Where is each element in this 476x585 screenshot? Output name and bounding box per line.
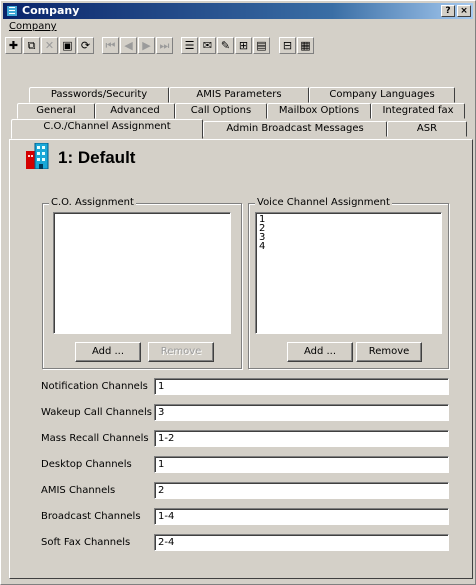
page-title: 1: Default — [58, 148, 136, 167]
voice-channel-assignment-label: Voice Channel Assignment — [255, 197, 392, 208]
co-remove-button[interactable]: Remove — [148, 342, 214, 362]
voice-add-label: Add ... — [303, 346, 337, 357]
last-record-icon[interactable]: ⏭ — [156, 37, 173, 54]
list-item[interactable]: 1 — [256, 215, 441, 225]
tab-integrated-fax[interactable]: Integrated fax — [371, 103, 465, 119]
company-app-icon — [6, 5, 18, 17]
list-item[interactable]: 2 — [256, 224, 441, 234]
edit-icon[interactable]: ✎ — [217, 37, 234, 54]
delete-icon[interactable]: ✕ — [41, 37, 58, 54]
soft-fax-channels-field[interactable]: 2-4 — [154, 534, 449, 551]
help-button[interactable]: ? — [441, 5, 455, 17]
company-window: Company ? × Company ✚ ⧉ ✕ ▣ ⟳ ⏮ ◀ ▶ ⏭ ☰ … — [0, 0, 476, 585]
voice-remove-label: Remove — [368, 346, 410, 357]
co-add-label: Add ... — [91, 346, 125, 357]
broadcast-channels-label: Broadcast Channels — [41, 511, 141, 522]
voice-remove-button[interactable]: Remove — [356, 342, 422, 362]
close-button[interactable]: × — [457, 5, 471, 17]
soft-fax-channels-label: Soft Fax Channels — [41, 537, 131, 548]
window-title: Company — [22, 4, 80, 17]
tab-passwords-security[interactable]: Passwords/Security — [29, 87, 169, 103]
co-remove-label: Remove — [160, 346, 202, 357]
desktop-channels-label: Desktop Channels — [41, 459, 132, 470]
tab-advanced[interactable]: Advanced — [95, 103, 175, 119]
broadcast-channels-field[interactable]: 1-4 — [154, 508, 449, 525]
first-record-icon[interactable]: ⏮ — [102, 37, 119, 54]
tab-general[interactable]: General — [17, 103, 95, 119]
previous-record-icon[interactable]: ◀ — [120, 37, 137, 54]
desktop-channels-field[interactable]: 1 — [154, 456, 449, 473]
tab-company-languages[interactable]: Company Languages — [309, 87, 455, 103]
tab-admin-broadcast-messages[interactable]: Admin Broadcast Messages — [203, 121, 387, 137]
list-item[interactable]: 4 — [256, 242, 441, 252]
wakeup-call-channels-field[interactable]: 3 — [154, 404, 449, 421]
toolbar: ✚ ⧉ ✕ ▣ ⟳ ⏮ ◀ ▶ ⏭ ☰ ✉ ✎ ⊞ ▤ ⊟ ▦ — [3, 35, 473, 57]
co-assignment-group: C.O. Assignment Add ... Remove — [42, 197, 242, 369]
tab-co-channel-assignment[interactable]: C.O./Channel Assignment — [11, 119, 203, 139]
amis-channels-field[interactable]: 2 — [154, 482, 449, 499]
list-icon[interactable]: ☰ — [181, 37, 198, 54]
amis-channels-label: AMIS Channels — [41, 485, 116, 496]
add-icon[interactable]: ✚ — [5, 37, 22, 54]
voice-channel-assignment-group: Voice Channel Assignment 1 2 3 4 Add ...… — [248, 197, 449, 369]
notification-channels-label: Notification Channels — [41, 381, 148, 392]
co-assignment-label: C.O. Assignment — [49, 197, 136, 208]
form-icon[interactable]: ▤ — [253, 37, 270, 54]
mail-icon[interactable]: ✉ — [199, 37, 216, 54]
co-assignment-list[interactable] — [53, 212, 231, 334]
wakeup-call-channels-label: Wakeup Call Channels — [41, 407, 152, 418]
tab-amis-parameters[interactable]: AMIS Parameters — [169, 87, 309, 103]
properties-icon[interactable]: ⊞ — [235, 37, 252, 54]
building-icon — [26, 143, 49, 169]
tab-asr[interactable]: ASR — [387, 121, 467, 137]
notification-channels-field[interactable]: 1 — [154, 378, 449, 395]
copy-icon[interactable]: ⧉ — [23, 37, 40, 54]
title-bar[interactable]: Company ? × — [3, 3, 473, 19]
next-record-icon[interactable]: ▶ — [138, 37, 155, 54]
menu-company[interactable]: Company — [9, 21, 57, 32]
tab-mailbox-options[interactable]: Mailbox Options — [267, 103, 371, 119]
refresh-icon[interactable]: ⟳ — [77, 37, 94, 54]
grid-icon[interactable]: ▦ — [297, 37, 314, 54]
tab-call-options[interactable]: Call Options — [175, 103, 267, 119]
list-item[interactable]: 3 — [256, 233, 441, 243]
mass-recall-channels-label: Mass Recall Channels — [41, 433, 149, 444]
co-add-button[interactable]: Add ... — [75, 342, 141, 362]
menu-bar: Company — [3, 20, 473, 34]
report-icon[interactable]: ⊟ — [279, 37, 296, 54]
voice-add-button[interactable]: Add ... — [287, 342, 353, 362]
save-icon[interactable]: ▣ — [59, 37, 76, 54]
voice-channel-list[interactable]: 1 2 3 4 — [255, 212, 442, 334]
mass-recall-channels-field[interactable]: 1-2 — [154, 430, 449, 447]
